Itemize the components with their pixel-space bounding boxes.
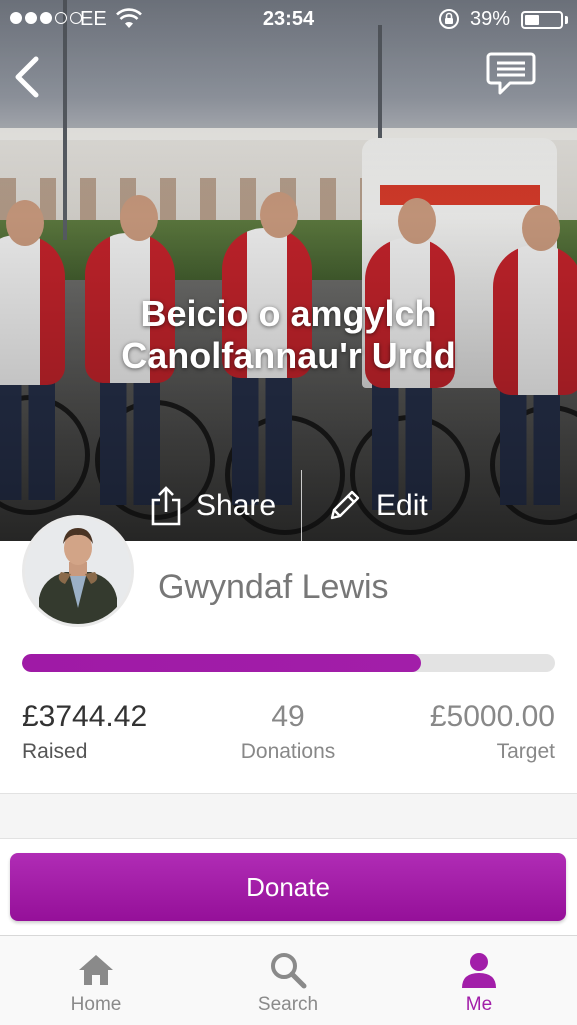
tab-home[interactable]: Home <box>36 950 156 1016</box>
target-label: Target <box>496 740 555 763</box>
progress-fill <box>22 654 422 672</box>
fundraising-progress-bar <box>22 654 555 672</box>
page-title-line2: Canolfannau'r Urdd <box>121 335 456 376</box>
edit-label: Edit <box>376 488 428 522</box>
rotation-lock-icon <box>437 7 461 37</box>
battery-tip <box>565 16 568 24</box>
tab-home-label: Home <box>70 994 122 1015</box>
chat-button[interactable] <box>486 50 536 98</box>
page-title: Beicio o amgylch Canolfannau'r Urdd <box>0 293 577 377</box>
avatar <box>22 515 134 627</box>
tab-me-label: Me <box>465 994 493 1015</box>
target-amount: £5000.00 <box>429 700 555 733</box>
fundraiser-name: Gwyndaf Lewis <box>158 568 389 606</box>
battery-icon <box>521 11 563 29</box>
share-button[interactable]: Share <box>150 478 276 533</box>
share-label: Share <box>196 488 277 522</box>
profile-photo <box>25 518 131 624</box>
page-title-line1: Beicio o amgylch <box>140 293 437 334</box>
action-divider <box>301 470 302 541</box>
tab-search-label: Search <box>257 994 319 1015</box>
chat-bubble-icon <box>486 52 536 95</box>
battery-percent: 39% <box>470 8 511 30</box>
donations-stat: 49 Donations <box>188 700 388 764</box>
home-icon <box>36 950 156 990</box>
back-button[interactable] <box>10 55 46 99</box>
donations-count: 49 <box>271 700 305 733</box>
section-divider <box>0 793 577 839</box>
raised-stat: £3744.42 Raised <box>22 700 147 764</box>
share-icon <box>151 485 181 525</box>
person-icon <box>419 950 539 990</box>
tab-bar: Home Search Me <box>0 935 577 1025</box>
pencil-icon <box>330 490 360 519</box>
tab-search[interactable]: Search <box>228 950 348 1016</box>
chevron-left-icon <box>15 56 39 98</box>
search-icon <box>228 950 348 990</box>
status-bar: EE 23:54 39% <box>0 0 577 38</box>
edit-button[interactable]: Edit <box>326 478 428 533</box>
raised-label: Raised <box>22 740 88 763</box>
tab-me[interactable]: Me <box>419 950 539 1016</box>
raised-amount: £3744.42 <box>22 700 148 733</box>
donate-button[interactable]: Donate <box>10 853 566 921</box>
target-stat: £5000.00 Target <box>430 700 555 764</box>
donations-label: Donations <box>240 740 336 763</box>
